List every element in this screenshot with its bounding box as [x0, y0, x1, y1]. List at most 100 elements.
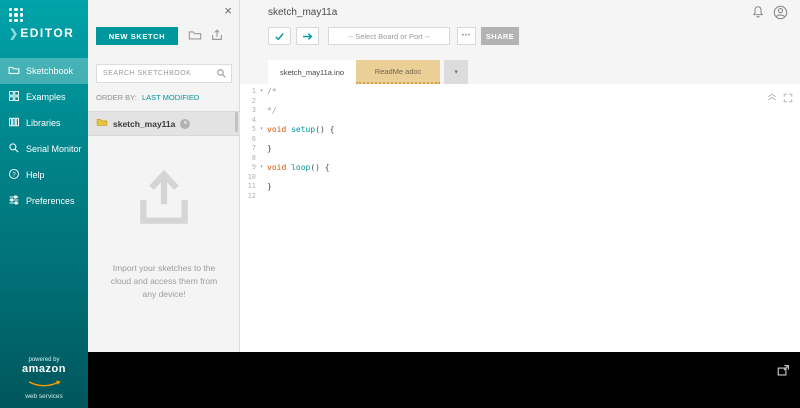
sidebar-item-examples[interactable]: Examples — [0, 84, 88, 110]
import-illustration-icon — [131, 165, 197, 236]
fullscreen-icon[interactable] — [783, 88, 793, 107]
aws-sub-label: web services — [25, 393, 63, 400]
amazon-smile-icon — [28, 380, 61, 387]
order-by-row: ORDER BY: LAST MODIFIED — [96, 93, 199, 102]
code-lines: 1 ▾/* 2 3 */4 5 ▾ void setup() {6 7} 8 9 ▾ void loop… — [240, 84, 800, 201]
line-number: 3 — [251, 106, 256, 114]
code-text: void setup() { — [267, 125, 335, 134]
sidebar-item-serial-monitor[interactable]: Serial Monitor — [0, 136, 88, 162]
sliders-icon — [8, 194, 20, 208]
editor-corner-actions — [767, 88, 793, 107]
apps-grid-icon[interactable] — [9, 8, 23, 22]
order-by-label: ORDER BY: — [96, 93, 137, 102]
tab-readme-adoc[interactable]: ReadMe adoc — [356, 60, 441, 84]
sidebar-menu: Sketchbook Examples Libraries Serial Mon… — [0, 58, 88, 214]
fold-toggle-icon[interactable]: ▾ — [256, 125, 267, 135]
amazon-brand: amazon — [22, 363, 66, 375]
code-line: 4 — [240, 116, 800, 126]
books-icon — [8, 116, 20, 130]
code-line: 6 — [240, 135, 800, 145]
sketchbook-panel: × NEW SKETCH ORDER BY: LAST MODIFIED ske… — [88, 0, 240, 352]
editor-tabbar: sketch_may11a.ino ReadMe adoc ▾ — [268, 60, 469, 84]
line-number: 7 — [251, 144, 256, 152]
upload-button[interactable] — [296, 27, 319, 45]
keyboard-shortcuts-icon[interactable] — [767, 88, 777, 107]
panel-scrollbar[interactable] — [235, 112, 238, 132]
sketch-name: sketch_may11a — [113, 118, 176, 129]
magnifier-icon — [8, 142, 20, 156]
line-number: 11 — [247, 182, 256, 190]
line-number: 8 — [251, 153, 256, 162]
code-line: 12 — [240, 192, 800, 202]
sketch-remove-badge[interactable]: × — [180, 118, 191, 129]
console-panel — [88, 352, 800, 408]
notifications-bell-icon[interactable] — [751, 5, 765, 25]
main-area: sketch_may11a -- Select Board or Port --… — [240, 0, 800, 352]
search-sketchbook-input[interactable] — [96, 64, 232, 83]
checkmark-icon — [275, 32, 284, 40]
code-text: void loop() { — [267, 163, 330, 172]
new-sketch-button[interactable]: NEW SKETCH — [96, 27, 178, 45]
code-line: 1 ▾/* — [240, 87, 800, 97]
sidebar-item-label: Libraries — [26, 118, 61, 128]
line-number: 1 — [251, 87, 256, 95]
order-by-value[interactable]: LAST MODIFIED — [142, 93, 199, 102]
verify-button[interactable] — [268, 27, 291, 45]
panel-actions — [188, 28, 224, 47]
line-number: 12 — [247, 191, 256, 200]
arduino-web-editor: ❯ EDITOR Sketchbook Examples Libraries S… — [0, 0, 800, 408]
board-port-select[interactable]: -- Select Board or Port -- — [328, 27, 450, 45]
fold-toggle-icon[interactable]: ▾ — [256, 87, 267, 97]
sidebar-item-libraries[interactable]: Libraries — [0, 110, 88, 136]
line-number: 5 — [251, 125, 256, 133]
aws-logo: powered by amazon web services — [0, 357, 88, 400]
sidebar-item-label: Examples — [26, 92, 66, 102]
console-expand-icon[interactable] — [777, 364, 790, 382]
code-line: 10 — [240, 173, 800, 183]
sketch-list-item[interactable]: sketch_may11a × — [88, 111, 240, 136]
code-line: 2 — [240, 97, 800, 107]
app-logo: ❯ EDITOR — [9, 26, 74, 40]
search-icon — [216, 66, 227, 84]
sidebar-item-label: Preferences — [26, 196, 75, 206]
svg-text:?: ? — [12, 172, 16, 178]
user-account-icon[interactable] — [773, 5, 788, 25]
tab-dropdown-icon[interactable]: ▾ — [444, 60, 469, 84]
sidebar-item-preferences[interactable]: Preferences — [0, 188, 88, 214]
code-text: } — [267, 144, 272, 153]
logo-chevron-icon: ❯ — [9, 27, 19, 40]
sidebar-item-help[interactable]: ? Help — [0, 162, 88, 188]
question-icon: ? — [8, 168, 20, 182]
sketch-title: sketch_may11a — [268, 7, 338, 18]
fold-toggle-icon[interactable]: ▾ — [256, 163, 267, 173]
code-text: } — [267, 182, 272, 191]
tab-sketch-ino[interactable]: sketch_may11a.ino — [268, 60, 357, 84]
arrow-right-icon — [303, 32, 313, 40]
folder-icon — [8, 64, 20, 78]
code-text: /* — [267, 87, 277, 96]
logo-text: EDITOR — [20, 26, 75, 40]
line-number: 6 — [251, 134, 256, 143]
line-number: 9 — [251, 163, 256, 171]
code-line: 9 ▾ void loop() { — [240, 163, 800, 173]
sidebar-item-label: Sketchbook — [26, 66, 74, 76]
share-button[interactable]: SHARE — [481, 27, 519, 45]
sidebar-item-sketchbook[interactable]: Sketchbook — [0, 58, 88, 84]
code-text: */ — [267, 106, 277, 115]
upload-sketch-icon[interactable] — [210, 28, 224, 47]
close-panel-icon[interactable]: × — [224, 4, 232, 17]
more-options-button[interactable]: ••• — [457, 27, 476, 45]
sidebar: ❯ EDITOR Sketchbook Examples Libraries S… — [0, 0, 88, 408]
import-folder-icon[interactable] — [188, 28, 202, 47]
import-message: Import your sketches to the cloud and ac… — [110, 263, 218, 300]
line-number: 10 — [247, 172, 256, 181]
line-number: 2 — [251, 96, 256, 105]
code-editor[interactable]: 1 ▾/* 2 3 */4 5 ▾ void setup() {6 7} 8 9 ▾ void loop… — [240, 84, 800, 352]
